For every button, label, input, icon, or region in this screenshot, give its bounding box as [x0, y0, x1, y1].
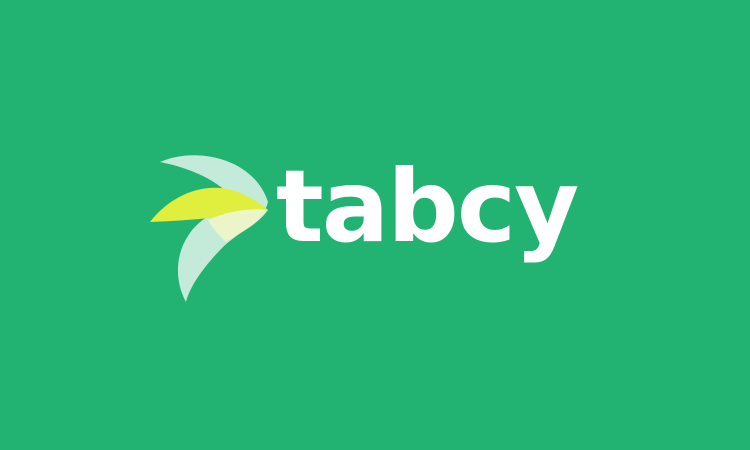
bird-beak-logo-icon: [150, 155, 268, 302]
brand-wordmark: tabcy: [276, 148, 579, 265]
logo-canvas: tabcy: [0, 0, 750, 450]
